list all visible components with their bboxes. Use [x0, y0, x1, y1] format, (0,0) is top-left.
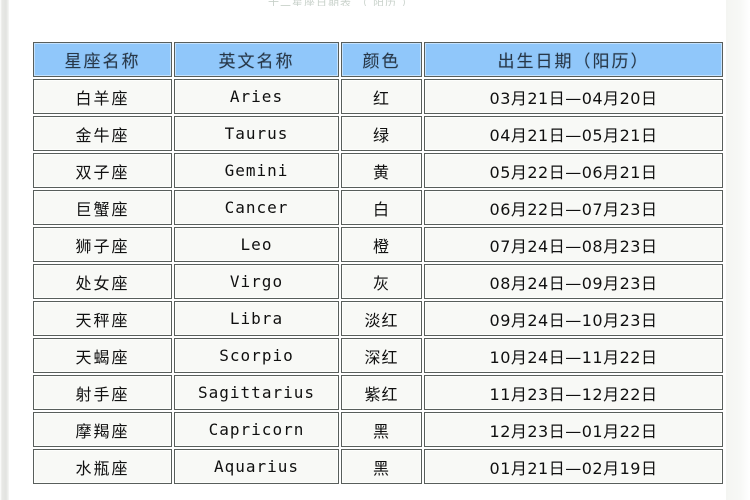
cell-color: 白 — [341, 190, 422, 225]
cell-birthdate: 12月23日—01月22日 — [424, 412, 723, 447]
cell-zodiac-name: 摩羯座 — [33, 412, 172, 447]
cell-english-name: Cancer — [174, 190, 339, 225]
cell-zodiac-name: 双子座 — [33, 153, 172, 188]
cell-color: 黄 — [341, 153, 422, 188]
cell-birthdate: 06月22日—07月23日 — [424, 190, 723, 225]
left-page-edge — [0, 0, 9, 500]
cell-color: 绿 — [341, 116, 422, 151]
table-header: 星座名称 英文名称 颜色 出生日期（阳历） — [33, 42, 723, 77]
zodiac-date-table: 星座名称 英文名称 颜色 出生日期（阳历） 白羊座 Aries 红 03月21日—04… — [31, 40, 725, 486]
cell-color: 紫红 — [341, 375, 422, 410]
cell-zodiac-name: 天蝎座 — [33, 338, 172, 373]
cell-color: 黑 — [341, 412, 422, 447]
cell-english-name: Sagittarius — [174, 375, 339, 410]
table-header-row: 星座名称 英文名称 颜色 出生日期（阳历） — [33, 42, 723, 77]
table-row: 白羊座 Aries 红 03月21日—04月20日 — [33, 79, 723, 114]
column-header-english: 英文名称 — [174, 42, 339, 77]
cell-color: 淡红 — [341, 301, 422, 336]
cell-english-name: Aries — [174, 79, 339, 114]
cell-english-name: Aquarius — [174, 449, 339, 484]
table-row: 双子座 Gemini 黄 05月22日—06月21日 — [33, 153, 723, 188]
table-row: 狮子座 Leo 橙 07月24日—08月23日 — [33, 227, 723, 262]
cell-english-name: Leo — [174, 227, 339, 262]
cell-birthdate: 03月21日—04月20日 — [424, 79, 723, 114]
cell-zodiac-name: 射手座 — [33, 375, 172, 410]
clipped-caption-text: 十二星座日期表 （ 阳历 ） — [268, 0, 478, 6]
right-page-edge — [726, 0, 750, 500]
column-header-birthdate: 出生日期（阳历） — [424, 42, 723, 77]
cell-birthdate: 11月23日—12月22日 — [424, 375, 723, 410]
cell-english-name: Libra — [174, 301, 339, 336]
cell-color: 灰 — [341, 264, 422, 299]
cell-birthdate: 01月21日—02月19日 — [424, 449, 723, 484]
table-body: 白羊座 Aries 红 03月21日—04月20日 金牛座 Taurus 绿 04月21日—0… — [33, 79, 723, 484]
column-header-color: 颜色 — [341, 42, 422, 77]
table-row: 巨蟹座 Cancer 白 06月22日—07月23日 — [33, 190, 723, 225]
cell-color: 黑 — [341, 449, 422, 484]
cell-zodiac-name: 金牛座 — [33, 116, 172, 151]
cell-english-name: Gemini — [174, 153, 339, 188]
table-row: 处女座 Virgo 灰 08月24日—09月23日 — [33, 264, 723, 299]
zodiac-table-container: 星座名称 英文名称 颜色 出生日期（阳历） 白羊座 Aries 红 03月21日—04… — [31, 40, 725, 486]
cell-color: 红 — [341, 79, 422, 114]
cell-english-name: Scorpio — [174, 338, 339, 373]
cell-english-name: Virgo — [174, 264, 339, 299]
column-header-name: 星座名称 — [33, 42, 172, 77]
table-row: 天秤座 Libra 淡红 09月24日—10月23日 — [33, 301, 723, 336]
cell-english-name: Taurus — [174, 116, 339, 151]
cell-zodiac-name: 水瓶座 — [33, 449, 172, 484]
cell-zodiac-name: 处女座 — [33, 264, 172, 299]
cell-english-name: Capricorn — [174, 412, 339, 447]
cell-birthdate: 08月24日—09月23日 — [424, 264, 723, 299]
table-row: 射手座 Sagittarius 紫红 11月23日—12月22日 — [33, 375, 723, 410]
cell-birthdate: 04月21日—05月21日 — [424, 116, 723, 151]
cell-zodiac-name: 天秤座 — [33, 301, 172, 336]
cell-zodiac-name: 白羊座 — [33, 79, 172, 114]
table-row: 水瓶座 Aquarius 黑 01月21日—02月19日 — [33, 449, 723, 484]
cell-birthdate: 07月24日—08月23日 — [424, 227, 723, 262]
cell-zodiac-name: 狮子座 — [33, 227, 172, 262]
cell-birthdate: 09月24日—10月23日 — [424, 301, 723, 336]
table-row: 天蝎座 Scorpio 深红 10月24日—11月22日 — [33, 338, 723, 373]
table-row: 摩羯座 Capricorn 黑 12月23日—01月22日 — [33, 412, 723, 447]
cell-birthdate: 05月22日—06月21日 — [424, 153, 723, 188]
table-row: 金牛座 Taurus 绿 04月21日—05月21日 — [33, 116, 723, 151]
cell-birthdate: 10月24日—11月22日 — [424, 338, 723, 373]
cell-zodiac-name: 巨蟹座 — [33, 190, 172, 225]
cell-color: 橙 — [341, 227, 422, 262]
cell-color: 深红 — [341, 338, 422, 373]
